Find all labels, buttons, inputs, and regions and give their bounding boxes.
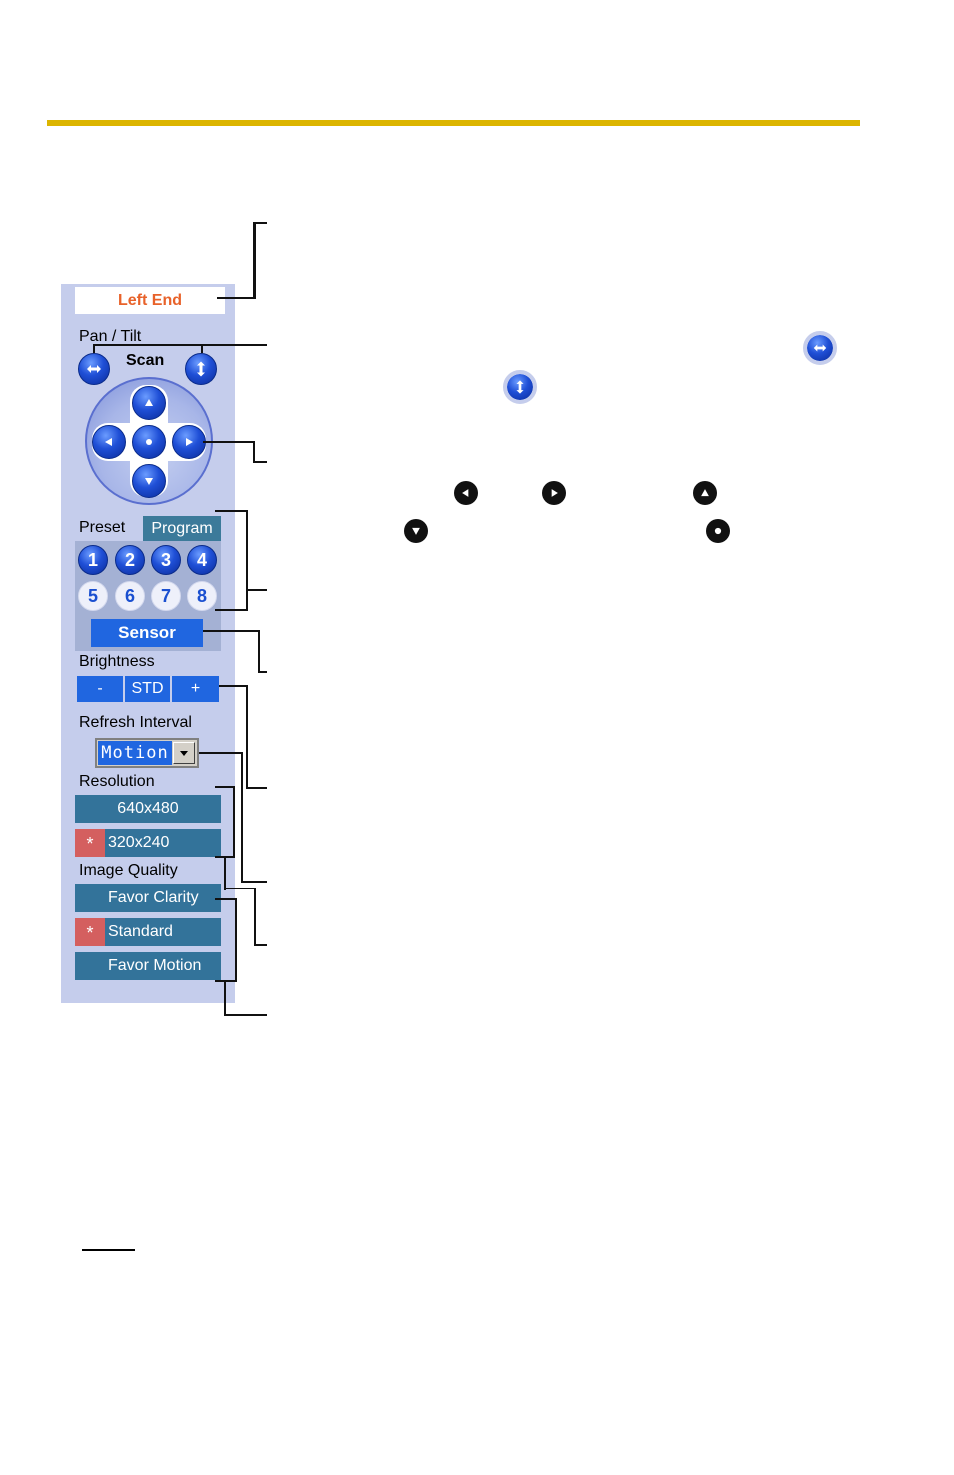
center-home-icon: [706, 519, 730, 543]
status-display: Left End: [75, 287, 225, 314]
resolution-option-label: 320x240: [108, 834, 170, 851]
horizontal-arrows-icon: [87, 365, 101, 373]
arrow-up-icon: [693, 481, 717, 505]
horizontal-arrows-icon: [803, 331, 837, 365]
preset-button-4[interactable]: 4: [187, 545, 217, 575]
tilt-up-button[interactable]: [132, 386, 166, 420]
header-rule: [47, 120, 860, 126]
resolution-label: Resolution: [79, 773, 155, 790]
quality-option-label: Standard: [108, 923, 173, 940]
dropdown-button[interactable]: [173, 742, 195, 764]
preset-button-7[interactable]: 7: [151, 581, 181, 611]
brightness-down-button[interactable]: -: [77, 676, 123, 702]
program-tab[interactable]: Program: [143, 516, 221, 542]
arrow-up-icon: [145, 399, 153, 406]
arrow-left-icon: [454, 481, 478, 505]
arrow-left-icon: [105, 438, 112, 446]
preset-button-8[interactable]: 8: [187, 581, 217, 611]
image-quality-label: Image Quality: [79, 862, 178, 879]
selected-marker: *: [75, 918, 105, 946]
pan-left-button[interactable]: [92, 425, 126, 459]
vertical-arrows-icon: [197, 361, 205, 377]
center-home-icon: [146, 439, 152, 445]
preset-label: Preset: [79, 519, 126, 536]
selected-marker: *: [75, 829, 105, 857]
brightness-label: Brightness: [79, 653, 155, 670]
vertical-arrows-icon: [503, 370, 537, 404]
home-position-button[interactable]: [132, 425, 166, 459]
arrow-right-icon: [186, 438, 193, 446]
refresh-interval-label: Refresh Interval: [79, 714, 192, 731]
arrow-down-icon: [145, 478, 153, 485]
preset-button-5[interactable]: 5: [78, 581, 108, 611]
pan-right-button[interactable]: [172, 425, 206, 459]
brightness-standard-button[interactable]: STD: [125, 676, 170, 702]
note-underline: [82, 1249, 135, 1251]
arrow-right-icon: [542, 481, 566, 505]
resolution-option-640x480[interactable]: 640x480: [75, 795, 221, 823]
chevron-down-icon: [180, 751, 188, 756]
preset-button-2[interactable]: 2: [115, 545, 145, 575]
brightness-up-button[interactable]: +: [172, 676, 219, 702]
sensor-button[interactable]: Sensor: [91, 619, 203, 647]
preset-button-6[interactable]: 6: [115, 581, 145, 611]
quality-option-standard[interactable]: * Standard: [75, 918, 221, 946]
scan-label: Scan: [126, 352, 165, 369]
quality-option-label: Favor Clarity: [108, 889, 199, 906]
quality-option-favor-motion[interactable]: Favor Motion: [75, 952, 221, 980]
arrow-down-icon: [404, 519, 428, 543]
pan-scan-button[interactable]: [78, 353, 110, 385]
resolution-option-320x240[interactable]: * 320x240: [75, 829, 221, 857]
tilt-scan-button[interactable]: [185, 353, 217, 385]
refresh-interval-value[interactable]: Motion: [98, 741, 172, 765]
resolution-option-label: 640x480: [117, 800, 179, 817]
preset-button-1[interactable]: 1: [78, 545, 108, 575]
quality-option-favor-clarity[interactable]: Favor Clarity: [75, 884, 221, 912]
preset-button-3[interactable]: 3: [151, 545, 181, 575]
quality-option-label: Favor Motion: [108, 957, 202, 974]
tilt-down-button[interactable]: [132, 464, 166, 498]
